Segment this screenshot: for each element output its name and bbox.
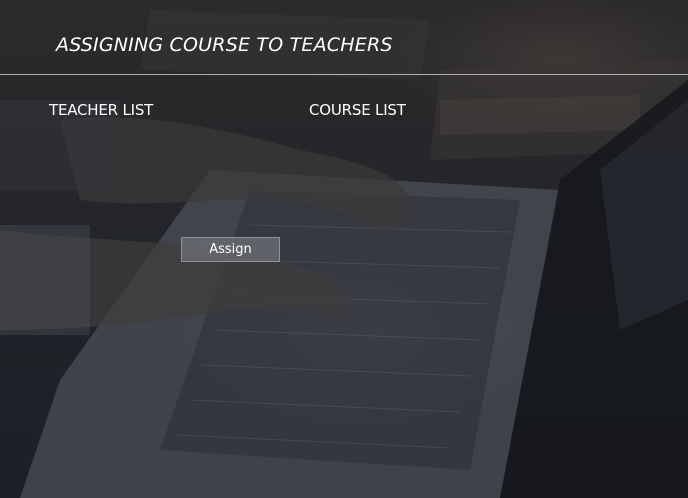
header-divider xyxy=(0,74,688,75)
page-background: ASSIGNING COURSE TO TEACHERS TEACHER LIS… xyxy=(0,0,688,498)
teacher-list-label: TEACHER LIST xyxy=(49,101,154,119)
assign-button[interactable]: Assign xyxy=(181,237,280,262)
course-list-label: COURSE LIST xyxy=(309,101,406,119)
page-title: ASSIGNING COURSE TO TEACHERS xyxy=(56,34,393,56)
